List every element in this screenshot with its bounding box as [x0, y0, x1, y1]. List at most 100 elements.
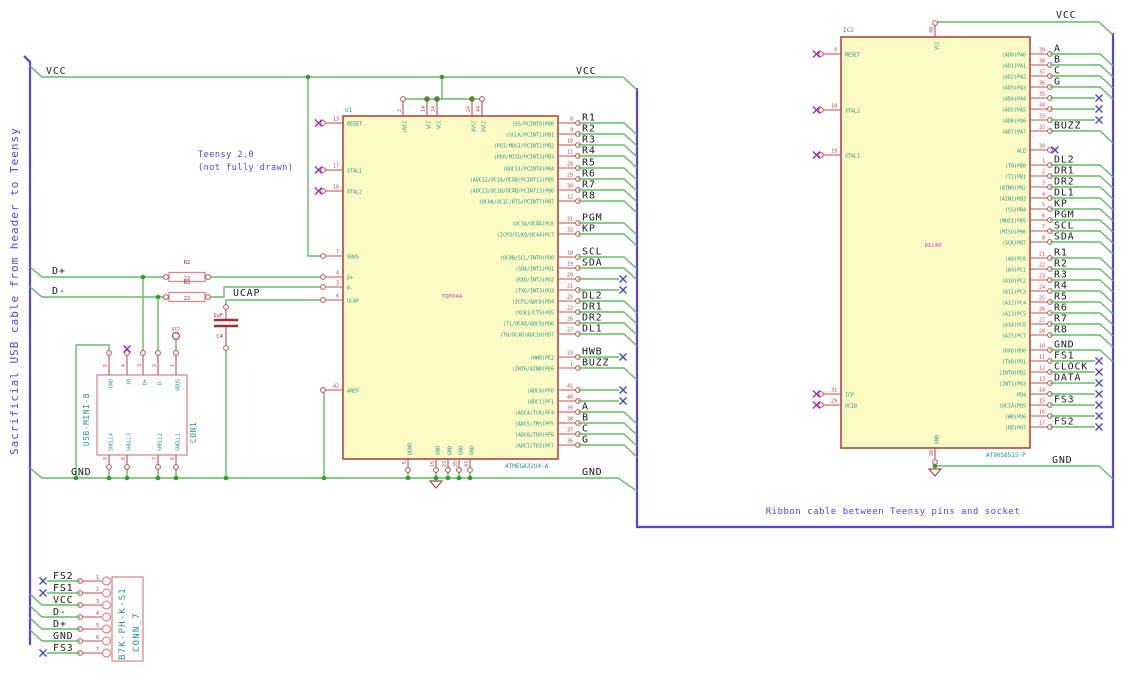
pin-number: 44 — [476, 106, 482, 112]
pin-name: (ADC13/OC1B/OC4B/PCINT13)PB6 — [470, 189, 554, 195]
net-label: R1 — [1054, 248, 1068, 259]
no-connect-x — [619, 353, 627, 361]
U1-part-name: ATMEGA32U4-A — [505, 463, 549, 470]
net-label: R4 — [1054, 281, 1068, 292]
pin-number: 3 — [336, 281, 339, 287]
pin-end — [818, 402, 824, 408]
net-label: KP — [582, 224, 596, 235]
pin-number: 3 — [96, 599, 99, 605]
pin-name: AVCC — [472, 120, 478, 132]
net-label: C — [582, 424, 589, 435]
conn7-pin-circle — [101, 624, 112, 634]
pin-end — [932, 20, 938, 26]
no-connect-x — [619, 275, 627, 283]
net-label: R7 — [582, 180, 596, 191]
pin-name: (A13)PC5 — [1002, 312, 1026, 318]
pin-name: SHELL2 — [158, 433, 164, 451]
pin-number: 37 — [567, 428, 573, 434]
wire — [208, 286, 323, 298]
pin-number: 10 — [567, 139, 573, 145]
net-label: CLOCK — [1054, 362, 1088, 373]
pin-number: 16 — [1039, 410, 1045, 416]
pin-number: 23 — [442, 461, 448, 467]
pin-name: (INT0)PD2 — [999, 371, 1026, 377]
pin-end — [320, 253, 326, 259]
pin-number: 30 — [1039, 144, 1045, 150]
junction-dot — [305, 74, 311, 80]
R2-reference: R2 — [184, 260, 191, 266]
pin-name: ICP — [845, 393, 854, 399]
pin-name: D- — [158, 379, 164, 385]
wire-to-bus — [1050, 130, 1114, 144]
pin-name: (PDI/MOSI/PCINT2)PB2 — [494, 144, 554, 150]
net-label: HWB — [582, 347, 602, 358]
teensy-note: Teensy 2.0 — [198, 150, 254, 160]
pin-name: (INT1)PD3 — [999, 382, 1026, 388]
no-connect-x — [1095, 423, 1103, 431]
pin-number: 37 — [1039, 70, 1045, 76]
no-connect-x — [1095, 368, 1103, 376]
pin-name: RESET — [845, 53, 860, 59]
junction-dot — [155, 475, 161, 481]
pin-number: 19 — [831, 149, 837, 155]
pin-number: 21 — [567, 284, 573, 290]
pin-end — [223, 345, 229, 351]
pin-name: UGND — [408, 443, 414, 455]
pin-name: (A10)PC2 — [1002, 279, 1026, 285]
pin-number: 8 — [121, 457, 127, 460]
junction-dot — [124, 475, 130, 481]
pin-name: GND — [436, 446, 442, 455]
junction-dot — [223, 475, 229, 481]
vcc-power-symbol — [171, 331, 181, 341]
pin-number: 17 — [1039, 421, 1045, 427]
R3-reference: R3 — [184, 280, 191, 286]
vcc-power-label: VCC — [172, 327, 180, 333]
net-label: VCC — [1056, 10, 1076, 21]
pin-name: GND — [459, 446, 465, 455]
pin-number: 6 — [170, 457, 176, 460]
conn7-pin-circle — [101, 576, 112, 586]
pin-number: 1 — [96, 575, 99, 581]
junction-dot — [433, 475, 439, 481]
conn7-pin-circle — [101, 612, 112, 622]
net-label: VCC — [46, 66, 66, 77]
pin-number: 13 — [333, 117, 339, 123]
junction-dot — [173, 475, 179, 481]
pin-number: 35 — [1039, 92, 1045, 98]
pin-end — [479, 96, 485, 102]
pin-number: 21 — [1039, 252, 1045, 258]
pin-name: VCC — [427, 120, 433, 129]
pin-name: (A9)PC1 — [1005, 268, 1026, 274]
net-label: SCL — [1054, 221, 1074, 232]
pin-number: 17 — [333, 164, 339, 170]
net-label: D- — [52, 286, 66, 297]
net-label: GND — [71, 467, 91, 478]
pin-name: XTAL1 — [347, 169, 362, 175]
junction-dot — [424, 96, 430, 102]
bus-line — [23, 55, 32, 645]
no-connect-x — [1095, 401, 1103, 409]
pin-name: (ADC7/TDI)PF7 — [515, 444, 554, 450]
pin-name: (AD1)PA1 — [1002, 64, 1026, 70]
junction-dot — [469, 96, 475, 102]
pin-number: 32 — [567, 228, 573, 234]
pin-number: 20 — [929, 450, 935, 456]
net-label: G — [1054, 77, 1061, 88]
pin-end — [405, 467, 411, 473]
pin-number: 4 — [96, 611, 99, 617]
wire-to-bus — [578, 200, 638, 214]
net-label: FS2 — [1054, 417, 1074, 428]
net-label: R3 — [1054, 270, 1068, 281]
pin-end — [320, 120, 326, 126]
no-connect-x — [619, 397, 627, 405]
pin-number: 24 — [466, 106, 472, 112]
pin-name: GND — [448, 446, 454, 455]
net-label: SDA — [582, 258, 602, 269]
pin-end — [163, 294, 169, 300]
pin-end — [163, 274, 169, 280]
no-connect-x — [1095, 390, 1103, 398]
wire — [934, 462, 1114, 480]
c4-reference: C4 — [216, 334, 223, 340]
pin-name: UVCC — [403, 120, 409, 132]
pin-number: 40 — [567, 395, 573, 401]
